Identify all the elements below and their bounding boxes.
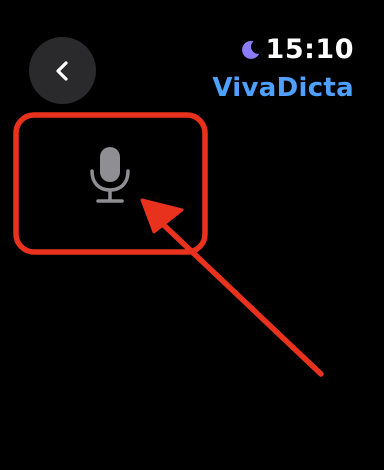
- moon-icon: [241, 40, 259, 59]
- annotation-arrow-shaft: [147, 209, 324, 377]
- microphone-icon: [90, 147, 130, 203]
- back-button[interactable]: [29, 37, 96, 104]
- status-bar: 15:10: [238, 34, 354, 66]
- chevron-left-icon: [55, 60, 68, 81]
- clock-time: 15:10: [265, 34, 354, 65]
- watch-screen: 15:10 VivaDicta: [0, 0, 384, 470]
- app-title: VivaDicta: [212, 73, 354, 103]
- dictation-button[interactable]: [40, 124, 180, 228]
